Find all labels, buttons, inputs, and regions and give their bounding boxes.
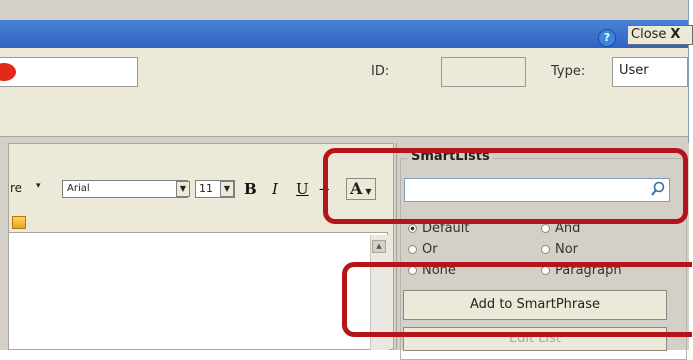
id-field (441, 57, 526, 87)
style-select-label[interactable]: re (10, 181, 22, 195)
close-label: Close (631, 27, 667, 42)
style-dropdown-icon[interactable]: ▾ (36, 181, 41, 191)
window-titlebar (0, 20, 688, 48)
help-icon[interactable]: ? (598, 29, 616, 47)
size-dropdown-icon[interactable]: ▼ (220, 181, 234, 197)
insert-table-icon[interactable] (12, 216, 26, 229)
close-icon: X (670, 27, 681, 42)
font-name-select[interactable]: Arial (62, 180, 188, 198)
highlight-annotation-search (323, 148, 688, 224)
scroll-up-icon[interactable]: ▲ (372, 240, 386, 253)
type-label: Type: (551, 64, 586, 79)
radio-or-indicator (408, 245, 417, 254)
radio-default-indicator (408, 224, 417, 233)
close-button[interactable]: Close X (627, 25, 693, 45)
font-dropdown-icon[interactable]: ▼ (176, 181, 190, 197)
radio-nor-label: Nor (555, 242, 579, 257)
text-editor[interactable] (8, 232, 388, 350)
radio-nor[interactable]: Nor (541, 242, 578, 257)
highlight-annotation-add-button (342, 262, 692, 337)
radio-and-indicator (541, 224, 550, 233)
radio-or-label: Or (422, 242, 438, 257)
radio-or[interactable]: Or (408, 242, 438, 257)
italic-button[interactable]: I (272, 180, 278, 198)
name-field[interactable] (0, 57, 138, 87)
underline-button[interactable]: U (296, 180, 309, 198)
radio-nor-indicator (541, 245, 550, 254)
bold-button[interactable]: B (244, 180, 257, 198)
type-field: User (612, 57, 688, 87)
id-label: ID: (371, 64, 390, 79)
